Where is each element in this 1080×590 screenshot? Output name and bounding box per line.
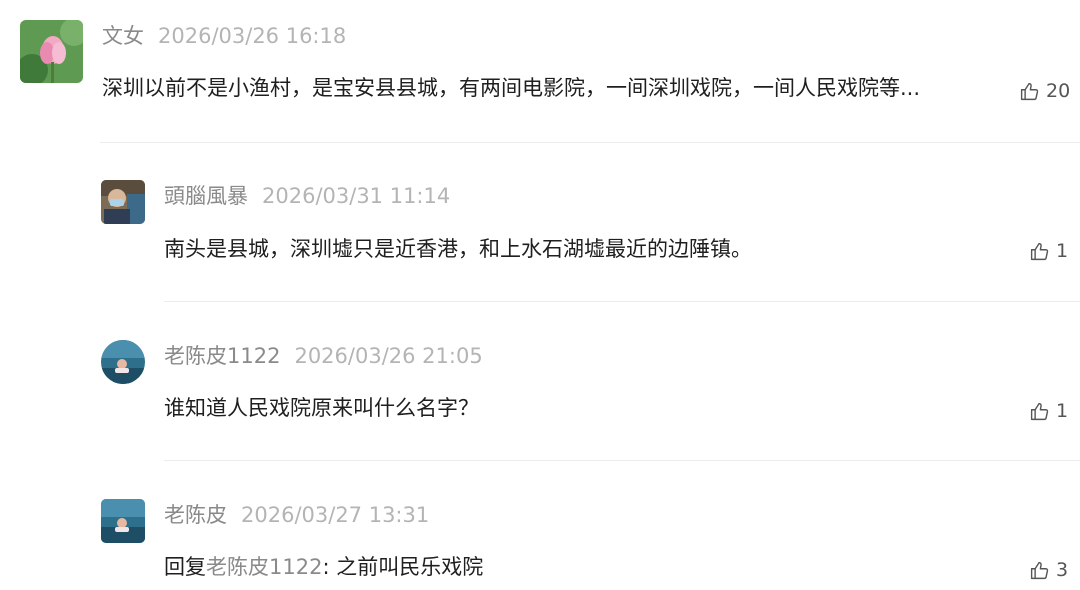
username[interactable]: 文女	[102, 24, 144, 48]
timestamp: 2026/03/31 11:14	[262, 184, 451, 208]
like-count: 3	[1056, 559, 1069, 581]
like-button[interactable]: 1	[1029, 241, 1068, 262]
comment-meta: 頭腦風暴 2026/03/31 11:14	[164, 186, 450, 207]
reply-item: 老陈皮 2026/03/27 13:31 回复老陈皮1122: 之前叫民乐戏院 3	[0, 461, 1080, 590]
comment-text: 南头是县城，深圳墟只是近香港，和上水石湖墟最近的边陲镇。	[164, 237, 752, 261]
avatar[interactable]	[101, 340, 145, 384]
comment-item: 文女 2026/03/26 16:18 深圳以前不是小渔村，是宝安县县城，有两间电…	[0, 0, 1080, 142]
like-count: 1	[1056, 240, 1069, 262]
reply-item: 老陈皮1122 2026/03/26 21:05 谁知道人民戏院原来叫什么名字？ …	[0, 302, 1080, 460]
reply-text: : 之前叫民乐戏院	[322, 555, 484, 579]
thumbs-up-icon	[1020, 82, 1039, 101]
thumbs-up-icon	[1030, 242, 1049, 261]
avatar[interactable]	[20, 20, 83, 83]
like-button[interactable]: 1	[1029, 401, 1068, 422]
reply-prefix: 回复	[164, 555, 206, 579]
comment-text: 深圳以前不是小渔村，是宝安县县城，有两间电影院，一间深圳戏院，一间人民戏院等..…	[102, 76, 921, 100]
comment-meta: 老陈皮1122 2026/03/26 21:05	[164, 346, 483, 367]
timestamp: 2026/03/26 21:05	[294, 344, 483, 368]
comment-meta: 老陈皮 2026/03/27 13:31	[164, 505, 429, 526]
like-button[interactable]: 20	[1019, 81, 1070, 102]
mention-link[interactable]: 老陈皮1122	[206, 555, 322, 579]
comment-meta: 文女 2026/03/26 16:18	[102, 26, 346, 47]
like-count: 20	[1046, 80, 1071, 102]
timestamp: 2026/03/26 16:18	[158, 24, 347, 48]
like-button[interactable]: 3	[1029, 560, 1068, 581]
avatar[interactable]	[101, 180, 145, 224]
reply-item: 頭腦風暴 2026/03/31 11:14 南头是县城，深圳墟只是近香港，和上水石…	[0, 143, 1080, 301]
avatar[interactable]	[101, 499, 145, 543]
thumbs-up-icon	[1030, 402, 1049, 421]
comment-text: 谁知道人民戏院原来叫什么名字？	[164, 396, 479, 420]
timestamp: 2026/03/27 13:31	[241, 503, 430, 527]
thumbs-up-icon	[1030, 561, 1049, 580]
like-count: 1	[1056, 400, 1069, 422]
username[interactable]: 老陈皮	[164, 503, 227, 527]
comment-text: 回复老陈皮1122: 之前叫民乐戏院	[164, 557, 483, 578]
username[interactable]: 頭腦風暴	[164, 184, 248, 208]
username[interactable]: 老陈皮1122	[164, 344, 280, 368]
